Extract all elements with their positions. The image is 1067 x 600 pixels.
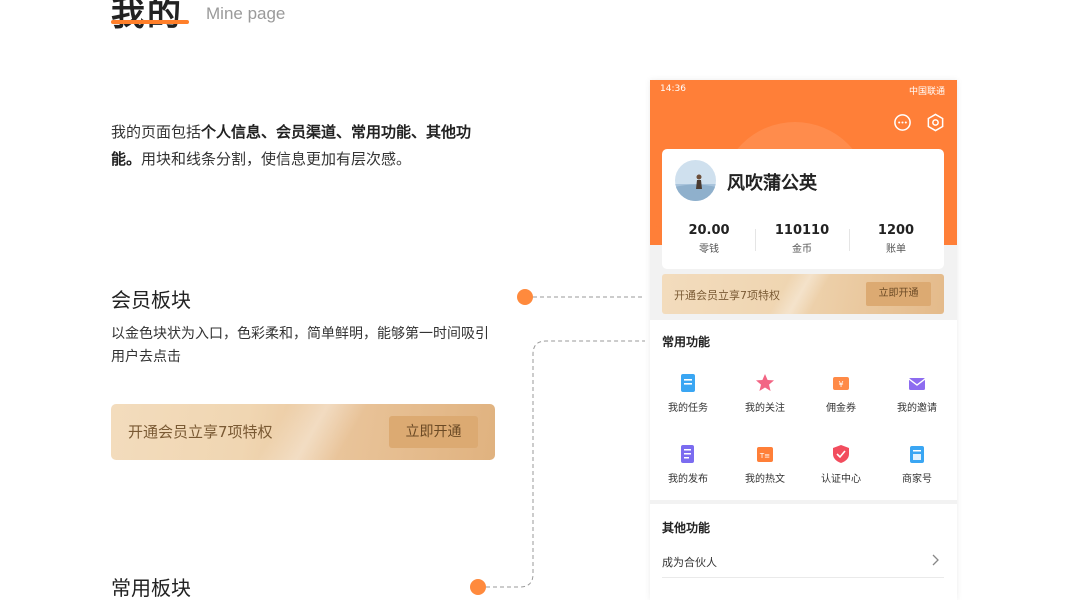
store-icon [910, 446, 924, 463]
stat-value: 1200 [877, 223, 915, 238]
svg-text:T≡: T≡ [759, 452, 770, 460]
grid-item-label: 我的发布 [668, 474, 708, 485]
grid-item-verification[interactable]: 认证中心 [803, 444, 879, 485]
list-item-label: 成为合伙人 [662, 556, 717, 569]
status-time: 14:36 [660, 84, 686, 94]
shield-icon [833, 445, 849, 463]
stat-value: 20.00 [688, 223, 730, 238]
coupon-icon: ¥ [833, 377, 849, 390]
chevron-right-icon [932, 554, 939, 566]
stat-label: 金币 [792, 244, 812, 255]
stat-balance[interactable]: 20.00 零钱 [669, 223, 749, 255]
grid-item-follows[interactable]: 我的关注 [727, 373, 803, 414]
vip-open-button[interactable]: 立即开通 [866, 282, 931, 306]
user-name: 风吹蒲公英 [727, 173, 817, 194]
profile-card[interactable]: 风吹蒲公英 20.00 零钱 110110 金币 1200 账单 [662, 149, 944, 269]
vip-banner-text: 开通会员立享7项特权 [674, 289, 780, 302]
stat-value: 110110 [774, 223, 830, 238]
divider [755, 229, 756, 251]
grid-item-label: 我的邀请 [897, 403, 937, 414]
stat-label: 账单 [886, 244, 906, 255]
connector-dot-member [517, 289, 533, 305]
grid-item-label: 认证中心 [821, 474, 861, 485]
other-functions-panel: 其他功能 成为合伙人 [650, 504, 957, 600]
grid-item-label: 我的热文 [745, 474, 785, 485]
grid-item-publish[interactable]: 我的发布 [650, 444, 726, 485]
article-icon: T≡ [757, 447, 773, 462]
grid-item-label: 商家号 [902, 474, 932, 485]
common-functions-title: 常用功能 [662, 335, 711, 349]
mail-icon [908, 378, 926, 390]
connector-dot-common [470, 579, 486, 595]
stat-coins[interactable]: 110110 金币 [762, 223, 842, 255]
stat-label: 零钱 [699, 244, 719, 255]
grid-item-label: 佣金券 [826, 403, 856, 414]
message-icon[interactable] [893, 113, 912, 132]
common-functions-panel: 常用功能 我的任务 我的关注 ¥ 佣金券 我的邀请 我的发布 T≡ 我的热文 认… [650, 320, 957, 500]
star-icon [756, 374, 774, 391]
grid-item-label: 我的关注 [745, 403, 785, 414]
list-item-partner[interactable]: 成为合伙人 [662, 544, 944, 578]
task-icon [681, 374, 695, 392]
status-carrier: 中国联通 [908, 87, 945, 97]
grid-item-merchant[interactable]: 商家号 [879, 444, 955, 485]
svg-text:¥: ¥ [838, 380, 843, 389]
grid-item-invites[interactable]: 我的邀请 [879, 373, 955, 414]
grid-item-tasks[interactable]: 我的任务 [650, 373, 726, 414]
other-functions-title: 其他功能 [662, 521, 711, 535]
divider [849, 229, 850, 251]
stat-bills[interactable]: 1200 账单 [856, 223, 936, 255]
grid-item-hot-articles[interactable]: T≡ 我的热文 [727, 444, 803, 485]
avatar[interactable] [675, 160, 716, 201]
grid-item-coupons[interactable]: ¥ 佣金券 [803, 373, 879, 414]
vip-banner[interactable]: 开通会员立享7项特权 立即开通 [662, 274, 944, 314]
publish-icon [681, 445, 694, 463]
grid-item-label: 我的任务 [668, 403, 708, 414]
phone-mockup: 14:36 中国联通 风吹蒲公英 20.00 零钱 110110 金币 1200… [650, 80, 957, 600]
settings-icon[interactable] [926, 113, 945, 132]
